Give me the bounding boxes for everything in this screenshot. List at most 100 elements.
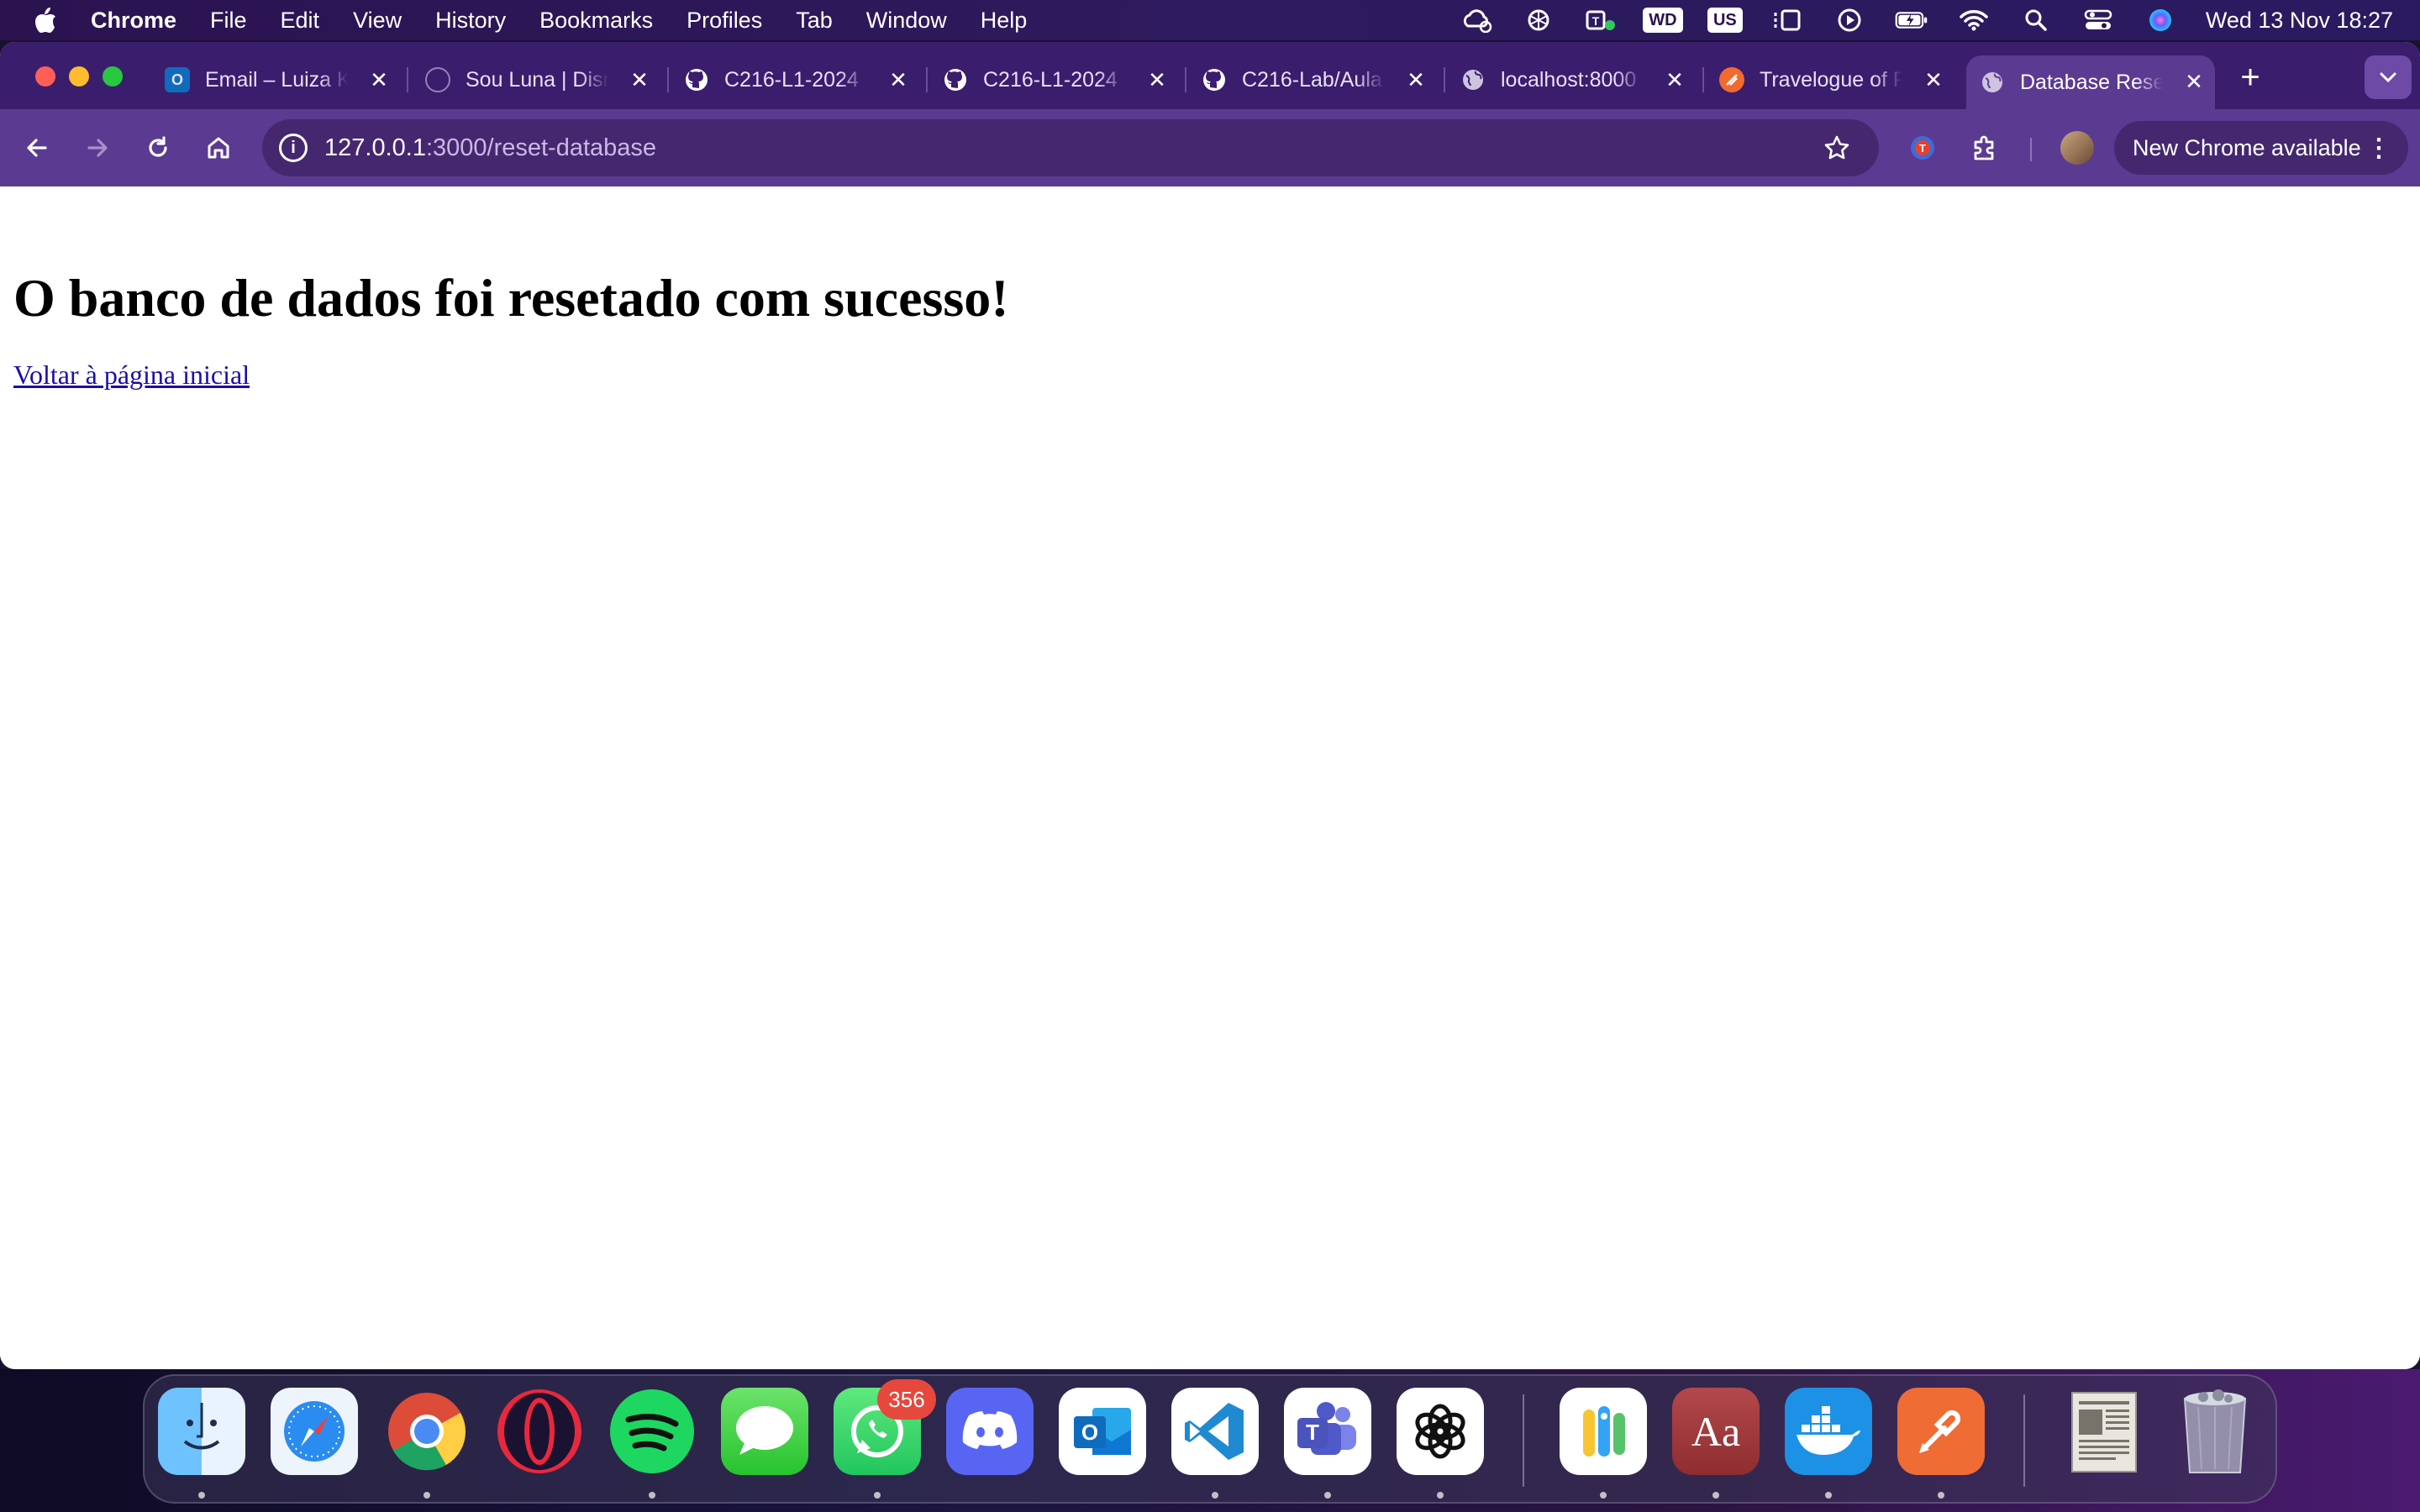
tab-database-reset[interactable]: Database Reset ✕ <box>1966 55 2215 109</box>
tab-label: Email – Luiza K <box>205 67 348 92</box>
chrome-icon[interactable] <box>383 1388 471 1475</box>
address-bar[interactable]: i 127.0.0.1:3000/reset-database <box>262 119 1879 176</box>
close-window-button[interactable] <box>35 66 55 87</box>
tab-search-button[interactable] <box>2365 55 2412 99</box>
menu-view[interactable]: View <box>353 8 402 34</box>
new-tab-button[interactable]: + <box>2232 59 2269 96</box>
tab-email[interactable]: O Email – Luiza K ✕ <box>165 55 400 104</box>
safari-icon[interactable] <box>271 1388 358 1475</box>
profile-avatar[interactable] <box>2060 131 2094 165</box>
spotify-icon[interactable] <box>608 1388 696 1475</box>
site-info-icon[interactable]: i <box>279 134 308 162</box>
forward-button[interactable] <box>77 128 118 168</box>
chatgpt-app-icon[interactable] <box>1397 1388 1484 1475</box>
github-icon <box>684 67 709 92</box>
svg-text:T: T <box>1306 1420 1319 1445</box>
postman-icon[interactable] <box>1897 1388 1985 1475</box>
stage-manager-icon[interactable] <box>1770 5 1804 35</box>
tab-label: C216-L1-2024 <box>724 67 859 92</box>
documents-stack-icon[interactable] <box>2059 1388 2146 1475</box>
minimize-window-button[interactable] <box>69 66 89 87</box>
tab-separator <box>1444 67 1445 92</box>
chevron-down-icon <box>2380 72 2396 83</box>
chatgpt-icon[interactable] <box>1522 5 1555 35</box>
menu-tab[interactable]: Tab <box>796 8 833 34</box>
tab-sou-luna[interactable]: Sou Luna | Disn ✕ <box>425 55 660 104</box>
close-tab-icon[interactable]: ✕ <box>1662 67 1687 92</box>
address-url[interactable]: 127.0.0.1:3000/reset-database <box>324 134 656 162</box>
close-tab-icon[interactable]: ✕ <box>2181 69 2207 94</box>
close-tab-icon[interactable]: ✕ <box>1144 67 1170 92</box>
opera-icon[interactable] <box>496 1388 583 1475</box>
menu-bookmarks[interactable]: Bookmarks <box>539 8 653 34</box>
discord-icon[interactable] <box>946 1388 1034 1475</box>
cloud-sync-icon[interactable] <box>1460 5 1493 35</box>
outlook-app-icon[interactable]: O <box>1059 1388 1146 1475</box>
messages-icon[interactable] <box>721 1388 808 1475</box>
svg-text:T: T <box>1592 14 1600 28</box>
running-indicator <box>1600 1492 1607 1499</box>
reload-icon <box>149 136 167 157</box>
home-button[interactable] <box>198 128 239 168</box>
more-menu-icon[interactable]: ⋮ <box>2366 134 2391 163</box>
dictionary-icon[interactable]: Aa <box>1672 1388 1760 1475</box>
spotlight-icon[interactable] <box>2019 5 2053 35</box>
menu-history[interactable]: History <box>435 8 506 34</box>
docker-icon[interactable] <box>1785 1388 1872 1475</box>
tab-localhost[interactable]: localhost:8000 ✕ <box>1460 55 1696 104</box>
wifi-icon[interactable] <box>1957 5 1991 35</box>
teams-app-icon[interactable]: T <box>1284 1388 1371 1475</box>
extension-translate-icon[interactable]: T <box>1902 128 1943 168</box>
menu-profiles[interactable]: Profiles <box>687 8 762 34</box>
tab-github-2[interactable]: C216-L1-2024 ✕ <box>943 55 1178 104</box>
menu-edit[interactable]: Edit <box>281 8 320 34</box>
update-label: New Chrome available <box>2133 134 2361 160</box>
tab-github-3[interactable]: C216-Lab/Aula ✕ <box>1202 55 1437 104</box>
menu-file[interactable]: File <box>210 8 247 34</box>
menubar-clock[interactable]: Wed 13 Nov 18:27 <box>2206 8 2393 34</box>
bookmark-star-icon[interactable] <box>1820 131 1854 165</box>
keyboard-layout-icon[interactable]: US <box>1707 5 1743 35</box>
close-tab-icon[interactable]: ✕ <box>366 67 392 92</box>
home-icon <box>208 137 229 159</box>
page-content: O banco de dados foi resetado com sucess… <box>0 186 2420 1369</box>
battery-icon[interactable] <box>1895 5 1928 35</box>
passwords-icon[interactable] <box>1560 1388 1647 1475</box>
extensions-puzzle-icon[interactable] <box>1965 128 2005 168</box>
new-chrome-available-button[interactable]: New Chrome available ⋮ <box>2114 121 2408 175</box>
menu-app-name[interactable]: Chrome <box>91 8 176 34</box>
back-home-link[interactable]: Voltar à página inicial <box>13 360 250 391</box>
menu-window[interactable]: Window <box>866 8 947 34</box>
running-indicator <box>1437 1492 1444 1499</box>
disney-icon <box>425 67 450 92</box>
tab-separator <box>926 67 928 92</box>
fullscreen-window-button[interactable] <box>103 66 123 87</box>
wd-icon[interactable]: WD <box>1643 5 1683 35</box>
close-tab-icon[interactable]: ✕ <box>886 67 911 92</box>
tab-label: localhost:8000 <box>1501 67 1637 92</box>
tab-travelogue[interactable]: Travelogue of P ✕ <box>1719 55 1954 104</box>
url-host: 127.0.0.1 <box>324 134 426 161</box>
tab-github-1[interactable]: C216-L1-2024 ✕ <box>684 55 919 104</box>
menu-help[interactable]: Help <box>981 8 1028 34</box>
teams-icon[interactable]: T <box>1584 5 1618 35</box>
tab-separator <box>407 67 408 92</box>
finder-icon[interactable] <box>158 1388 245 1475</box>
reload-button[interactable] <box>138 128 178 168</box>
control-center-icon[interactable] <box>2081 5 2115 35</box>
play-icon[interactable] <box>1833 5 1866 35</box>
back-button[interactable] <box>17 128 57 168</box>
trash-icon[interactable] <box>2171 1388 2259 1475</box>
tab-label: Database Reset <box>2020 70 2163 94</box>
running-indicator <box>424 1492 430 1499</box>
globe-icon <box>1460 67 1486 92</box>
close-tab-icon[interactable]: ✕ <box>1921 67 1946 92</box>
globe-icon <box>1980 70 2005 95</box>
vscode-icon[interactable] <box>1171 1388 1259 1475</box>
close-tab-icon[interactable]: ✕ <box>1403 67 1428 92</box>
siri-icon[interactable] <box>2144 5 2177 35</box>
tab-label: C216-L1-2024 <box>983 67 1118 92</box>
close-tab-icon[interactable]: ✕ <box>627 67 652 92</box>
github-icon <box>1202 67 1227 92</box>
apple-menu-icon[interactable] <box>30 5 60 35</box>
